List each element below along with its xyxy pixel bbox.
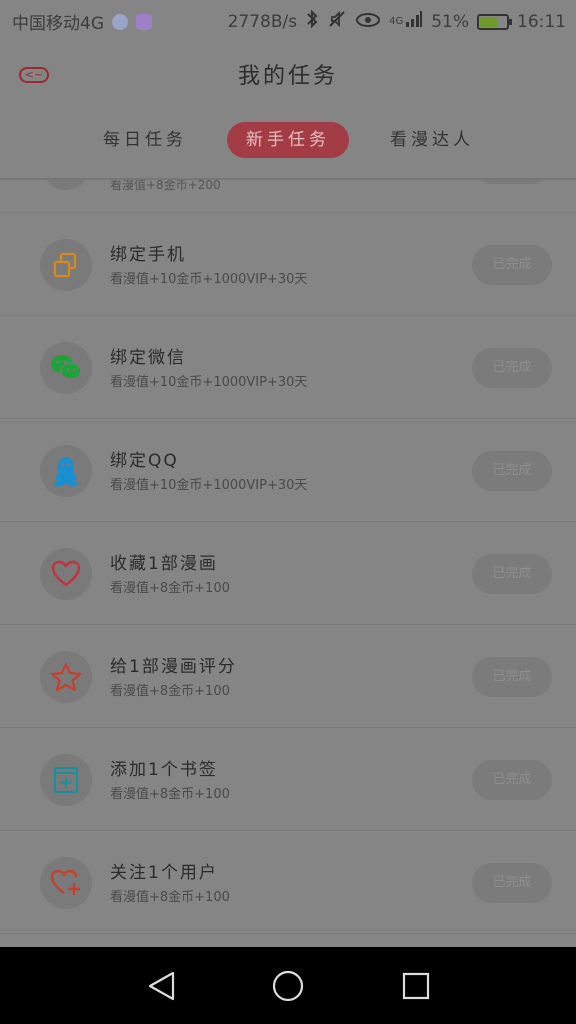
header: <~ 我的任务: [0, 40, 576, 108]
nav-home-icon[interactable]: [271, 969, 305, 1003]
task-name: 绑定QQ: [110, 451, 179, 471]
mute-icon: [327, 9, 347, 34]
clock: 16:11: [517, 11, 566, 32]
task-reward: 看漫值+8金币+100: [110, 787, 230, 802]
battery-percent: 51%: [431, 11, 469, 32]
list-item: 绑定QQ 看漫值+10金币+1000VIP+30天 已完成: [0, 419, 576, 522]
bluetooth-icon: [305, 9, 319, 34]
battery-icon: [477, 13, 512, 30]
task-name: 给1部漫画评分: [110, 657, 237, 677]
page-title: 我的任务: [237, 64, 338, 89]
completed-button[interactable]: 已完成: [472, 348, 552, 388]
nav-back-icon[interactable]: [145, 969, 179, 1003]
network-speed: 2778B/s: [227, 11, 298, 32]
tab-comic-master[interactable]: 看漫达人: [386, 122, 478, 158]
follow-user-icon: [40, 857, 92, 909]
bookmark-add-icon: [40, 754, 92, 806]
list-item: 绑定微信 看漫值+10金币+1000VIP+30天 已完成: [0, 316, 576, 419]
completed-button[interactable]: 已完成: [472, 863, 552, 903]
network-type: 4G: [389, 16, 404, 27]
list-item: 绑定手机 看漫值+10金币+1000VIP+30天 已完成: [0, 213, 576, 316]
carrier-label: 中国移动4G: [12, 14, 104, 34]
completed-button[interactable]: 已完成: [472, 554, 552, 594]
task-list[interactable]: 看漫值+8金币+200 绑定手机 看漫值+10金币+1000VIP+30天 已完…: [0, 180, 576, 947]
nav-recent-apps-icon[interactable]: [399, 969, 433, 1003]
completed-button[interactable]: 已完成: [472, 451, 552, 491]
task-name: 添加1个书签: [110, 760, 218, 780]
task-tabs: 每日任务 新手任务 看漫达人: [0, 108, 576, 178]
list-item: 看漫值+8金币+200: [0, 180, 576, 213]
tab-newbie-tasks[interactable]: 新手任务: [227, 122, 349, 158]
eye-care-icon: [355, 10, 381, 33]
completed-button[interactable]: 已完成: [472, 657, 552, 697]
task-name: 绑定手机: [110, 245, 186, 265]
task-reward: 看漫值+8金币+200: [110, 180, 221, 192]
task-name: 绑定微信: [110, 348, 186, 368]
task-icon: [42, 180, 90, 190]
star-icon: [40, 651, 92, 703]
list-item: 给1部漫画评分 看漫值+8金币+100 已完成: [0, 625, 576, 728]
status-right: 2778B/s 4G 51% 16:11: [228, 9, 566, 34]
tab-daily-tasks[interactable]: 每日任务: [95, 122, 195, 158]
app-notification-icon: [112, 13, 128, 30]
task-reward: 看漫值+10金币+1000VIP+30天: [110, 272, 308, 287]
qq-icon: [40, 445, 92, 497]
wechat-icon: [40, 342, 92, 394]
status-left: 中国移动4G: [12, 9, 152, 34]
status-bar: 中国移动4G 2778B/s 4G 51% 16:11: [0, 0, 576, 40]
completed-button[interactable]: 已完成: [472, 760, 552, 800]
phone-bind-icon: [40, 239, 92, 291]
list-item: 关注1个用户 看漫值+8金币+100 已完成: [0, 831, 576, 934]
task-reward: 看漫值+10金币+1000VIP+30天: [110, 375, 308, 390]
completed-button[interactable]: 已完成: [472, 245, 552, 285]
task-reward: 看漫值+8金币+100: [110, 890, 230, 905]
task-reward: 看漫值+8金币+100: [110, 684, 230, 699]
task-name: 收藏1部漫画: [110, 554, 218, 574]
heart-icon: [40, 548, 92, 600]
task-reward: 看漫值+8金币+100: [110, 581, 230, 596]
signal-icon: [405, 10, 423, 33]
task-status-button: [474, 180, 550, 184]
task-reward: 看漫值+10金币+1000VIP+30天: [110, 478, 308, 493]
gallery-notification-icon: [136, 13, 152, 30]
list-item: 添加1个书签 看漫值+8金币+100 已完成: [0, 728, 576, 831]
list-item: 收藏1部漫画 看漫值+8金币+100 已完成: [0, 522, 576, 625]
task-name: 关注1个用户: [110, 863, 218, 883]
system-nav-bar: [0, 947, 576, 1024]
